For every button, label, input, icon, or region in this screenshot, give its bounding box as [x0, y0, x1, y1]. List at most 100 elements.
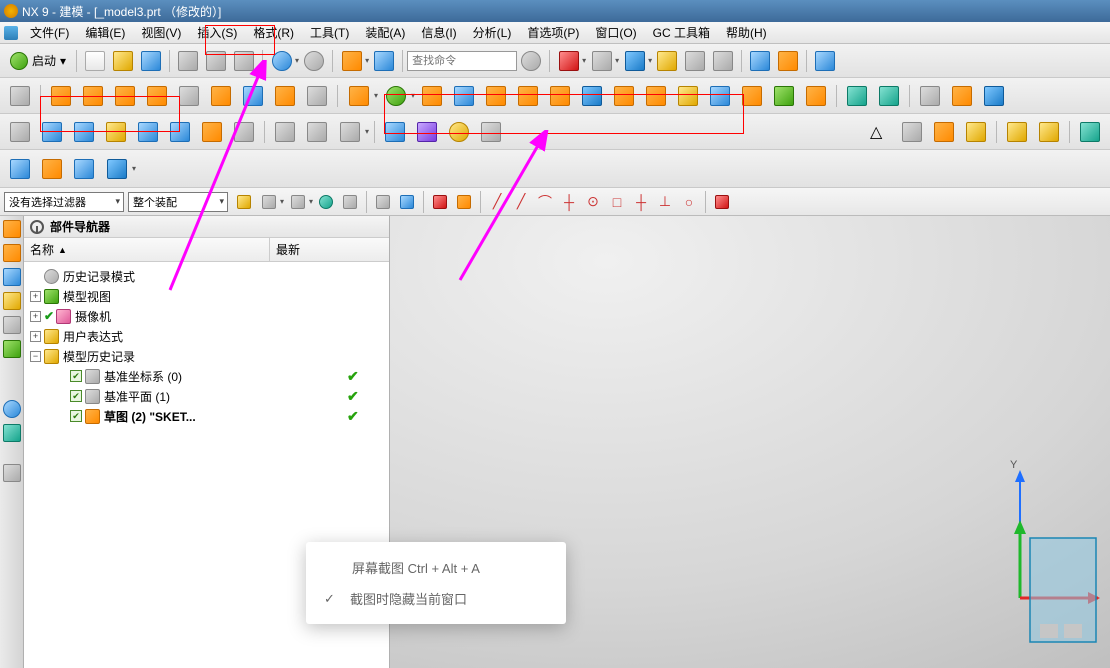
- open-button[interactable]: [110, 48, 136, 74]
- fr-btn-last[interactable]: [711, 191, 733, 213]
- r3-btn-6[interactable]: [165, 117, 195, 147]
- r4-btn-3[interactable]: [69, 154, 99, 184]
- extrude-button[interactable]: [46, 81, 76, 111]
- pattern-button[interactable]: [545, 81, 575, 111]
- print-button[interactable]: ▾: [588, 48, 619, 74]
- snap-perp[interactable]: ⊥: [654, 191, 676, 213]
- r3-btn-7[interactable]: [197, 117, 227, 147]
- fr-btn-7[interactable]: [396, 191, 418, 213]
- rail-btn-6[interactable]: [3, 340, 21, 358]
- menu-view[interactable]: 视图(V): [133, 22, 189, 43]
- r3-btn-17[interactable]: [1002, 117, 1032, 147]
- sketch-tool-button[interactable]: ▾: [338, 48, 369, 74]
- assembly-scope-combo[interactable]: 整个装配: [128, 192, 228, 212]
- new-button[interactable]: [82, 48, 108, 74]
- feat-btn-9[interactable]: [270, 81, 300, 111]
- fr-btn-1[interactable]: [233, 191, 255, 213]
- r3-btn-4[interactable]: [101, 117, 131, 147]
- sheet-button[interactable]: [682, 48, 708, 74]
- menu-tools[interactable]: 工具(T): [302, 22, 357, 43]
- feat-btn-10[interactable]: [302, 81, 332, 111]
- menu-info[interactable]: 信息(I): [413, 22, 464, 43]
- checkbox-icon[interactable]: ✔: [70, 410, 82, 422]
- feat-btn-21[interactable]: [673, 81, 703, 111]
- feat-btn-24[interactable]: [769, 81, 799, 111]
- r4-btn-4[interactable]: ▾: [101, 154, 136, 184]
- datum-plane-button[interactable]: [915, 81, 945, 111]
- snap-mid[interactable]: ┼: [558, 191, 580, 213]
- cut-button[interactable]: [175, 48, 201, 74]
- tree-cameras[interactable]: + ✔ 摄像机: [26, 306, 387, 326]
- menu-file[interactable]: 文件(F): [22, 22, 77, 43]
- menu-insert[interactable]: 插入(S): [189, 22, 245, 43]
- tree-model-views[interactable]: + 模型视图: [26, 286, 387, 306]
- folder-button[interactable]: [654, 48, 680, 74]
- rail-btn-1[interactable]: [3, 220, 21, 238]
- fr-btn-5[interactable]: [339, 191, 361, 213]
- subtract-button[interactable]: ▾: [380, 81, 415, 111]
- display-mode-button[interactable]: ▾: [555, 48, 586, 74]
- block-button[interactable]: [142, 81, 172, 111]
- zoom-fit-button[interactable]: [929, 117, 959, 147]
- solid-button[interactable]: ▾: [621, 48, 652, 74]
- feat-btn-22[interactable]: [705, 81, 735, 111]
- menu-help[interactable]: 帮助(H): [718, 22, 775, 43]
- fr-btn-4[interactable]: [315, 191, 337, 213]
- mirror-button[interactable]: [577, 81, 607, 111]
- command-search-input[interactable]: [407, 51, 517, 71]
- start-button[interactable]: 启动 ▾: [5, 48, 71, 74]
- unite-button[interactable]: ▾: [343, 81, 378, 111]
- edge-blend-button[interactable]: [417, 81, 447, 111]
- feat-btn-25[interactable]: [801, 81, 831, 111]
- r3-btn-1[interactable]: [5, 117, 35, 147]
- rail-btn-4[interactable]: [3, 292, 21, 310]
- checkbox-icon[interactable]: ✔: [70, 390, 82, 402]
- rail-btn-5[interactable]: [3, 316, 21, 334]
- save-button[interactable]: [138, 48, 164, 74]
- redo-button[interactable]: [301, 48, 327, 74]
- assembly-book-button[interactable]: [747, 48, 773, 74]
- fr-btn-8[interactable]: [429, 191, 451, 213]
- r3-btn-19[interactable]: [1075, 117, 1105, 147]
- rail-btn-3[interactable]: [3, 268, 21, 286]
- misc-button[interactable]: [812, 48, 838, 74]
- tree-datum-plane[interactable]: ✔ 基准平面 (1) ✔: [26, 386, 387, 406]
- explode-button[interactable]: [775, 48, 801, 74]
- fr-btn-2[interactable]: ▾: [257, 191, 284, 213]
- draft-button[interactable]: [481, 81, 511, 111]
- tree-datum-csys[interactable]: ✔ 基准坐标系 (0) ✔: [26, 366, 387, 386]
- r3-btn-8[interactable]: [229, 117, 259, 147]
- col-latest[interactable]: 最新: [270, 238, 389, 261]
- menu-assembly[interactable]: 装配(A): [357, 22, 413, 43]
- revolve-button[interactable]: [78, 81, 108, 111]
- snap-center[interactable]: ⊙: [582, 191, 604, 213]
- collapse-icon[interactable]: −: [30, 351, 41, 362]
- feat-btn-19[interactable]: [609, 81, 639, 111]
- r3-btn-2[interactable]: [37, 117, 67, 147]
- move-button[interactable]: [842, 81, 872, 111]
- copy-button[interactable]: [203, 48, 229, 74]
- feat-btn-7[interactable]: [206, 81, 236, 111]
- fr-btn-6[interactable]: [372, 191, 394, 213]
- popup-line-1[interactable]: 屏幕截图 Ctrl + Alt + A: [324, 558, 548, 577]
- snap-end[interactable]: ╱: [510, 191, 532, 213]
- checkbox-icon[interactable]: ✔: [70, 370, 82, 382]
- rail-btn-8[interactable]: [3, 424, 21, 442]
- menu-gc-toolkit[interactable]: GC 工具箱: [645, 22, 718, 43]
- r3-btn-16[interactable]: [961, 117, 991, 147]
- tree-history-mode[interactable]: 历史记录模式: [26, 266, 387, 286]
- r3-btn-18[interactable]: [1034, 117, 1064, 147]
- selection-filter-combo[interactable]: 没有选择过滤器: [4, 192, 124, 212]
- snap-tang[interactable]: ○: [678, 191, 700, 213]
- feat-btn-20[interactable]: [641, 81, 671, 111]
- r3-btn-14[interactable]: [444, 117, 474, 147]
- r3-btn-9[interactable]: [270, 117, 300, 147]
- expand-icon[interactable]: +: [30, 311, 41, 322]
- feat-btn-30[interactable]: [979, 81, 1009, 111]
- feat-btn-29[interactable]: [947, 81, 977, 111]
- undo-button[interactable]: ▾: [268, 48, 299, 74]
- pin-icon[interactable]: [30, 220, 44, 234]
- menu-preferences[interactable]: 首选项(P): [519, 22, 587, 43]
- col-name[interactable]: 名称▲: [24, 238, 270, 261]
- feat-btn-23[interactable]: [737, 81, 767, 111]
